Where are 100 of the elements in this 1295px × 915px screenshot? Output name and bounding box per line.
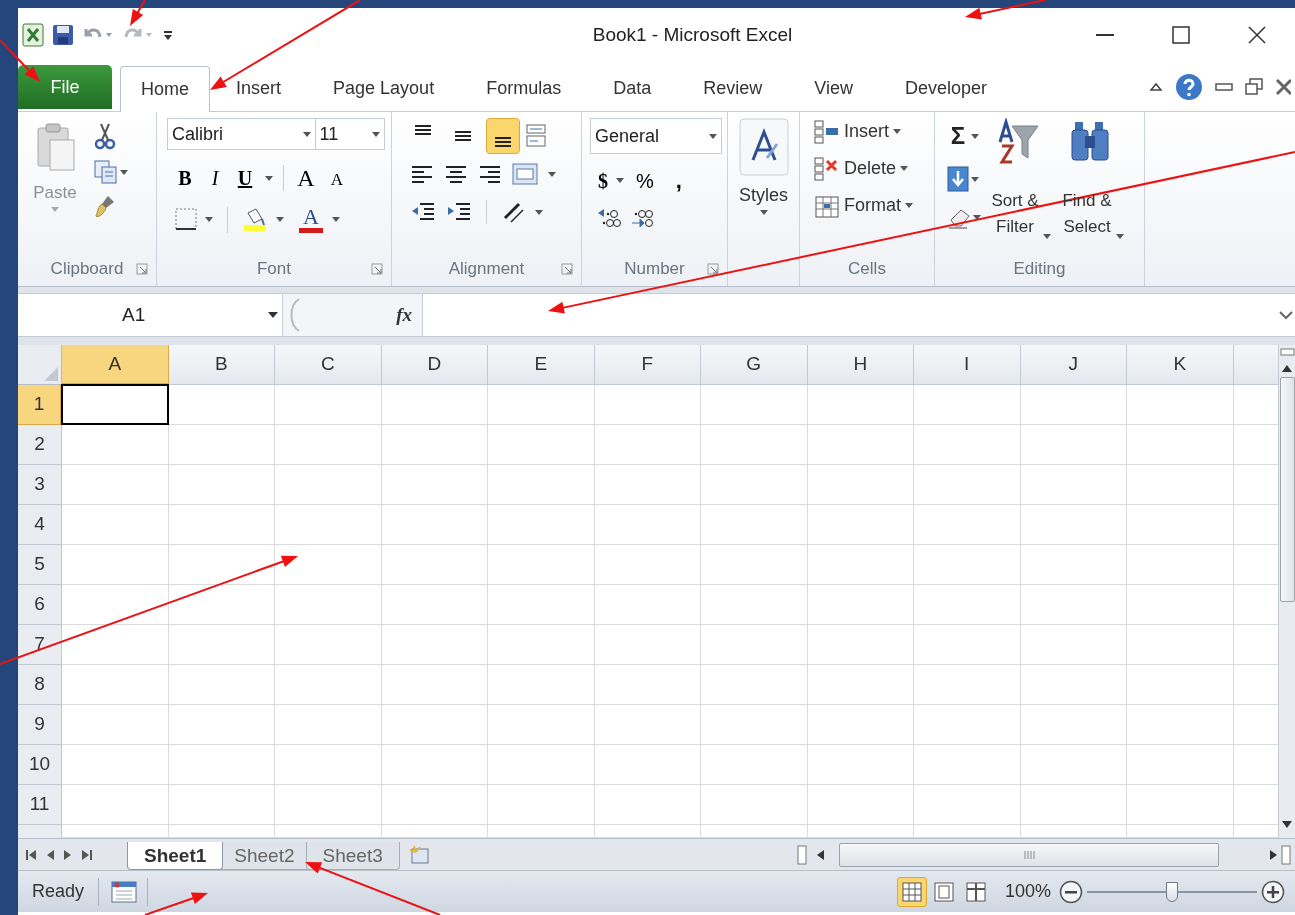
grid-cell[interactable] <box>1020 465 1127 505</box>
save-icon[interactable] <box>52 24 74 46</box>
last-sheet-icon[interactable] <box>82 848 92 861</box>
grid-cell[interactable] <box>914 705 1021 745</box>
align-icon[interactable] <box>478 163 502 185</box>
grid-cell[interactable] <box>701 465 808 505</box>
sheet-tab[interactable]: Sheet3 <box>305 842 400 870</box>
grid-cell[interactable] <box>62 465 169 505</box>
grid-cell[interactable] <box>168 705 275 745</box>
grid-cell[interactable] <box>914 425 1021 465</box>
grid-cell[interactable] <box>807 425 914 465</box>
decrease-indent-icon[interactable] <box>410 201 436 223</box>
grid-cell[interactable] <box>1020 745 1127 785</box>
align-icon[interactable] <box>444 163 468 185</box>
grid-cell[interactable] <box>62 425 169 465</box>
zoom-level[interactable]: 100% <box>1004 878 1051 905</box>
grid-cell[interactable] <box>1127 745 1234 785</box>
format-painter-icon[interactable] <box>94 194 116 218</box>
grid-cell[interactable] <box>914 785 1021 825</box>
grid-cell[interactable] <box>275 465 382 505</box>
grid-cell[interactable] <box>807 465 914 505</box>
grid-cell[interactable] <box>62 705 169 745</box>
scroll-right-icon[interactable] <box>1269 848 1279 861</box>
grid-cell[interactable] <box>1127 505 1234 545</box>
vertical-align-button[interactable] <box>486 118 520 154</box>
grid-cell[interactable] <box>807 625 914 665</box>
row-header[interactable]: 10 <box>18 745 62 785</box>
orientation-icon[interactable] <box>501 200 525 224</box>
grid-cell[interactable] <box>168 625 275 665</box>
column-header[interactable]: C <box>275 345 382 385</box>
increase-decimal-icon[interactable] <box>596 207 622 229</box>
grid-cell[interactable] <box>168 505 275 545</box>
cells-button[interactable]: Insert <box>814 118 913 145</box>
grid-cell[interactable] <box>701 425 808 465</box>
wrap-text-icon[interactable] <box>526 124 548 148</box>
grid-cell[interactable] <box>62 745 169 785</box>
ribbon-tab[interactable]: Page Layout <box>313 65 455 111</box>
active-cell[interactable] <box>61 384 169 425</box>
number-format-field[interactable]: General <box>590 118 722 154</box>
sheet-tab[interactable]: Sheet1 <box>127 842 224 870</box>
minimize-icon[interactable] <box>1215 81 1233 92</box>
split-handle-icon[interactable] <box>797 844 807 865</box>
grid-cell[interactable] <box>488 425 595 465</box>
merge-cells-icon[interactable] <box>512 162 538 186</box>
first-sheet-icon[interactable] <box>26 848 36 861</box>
font-name-field[interactable]: Calibri <box>167 118 316 150</box>
scroll-up-icon[interactable] <box>1281 363 1293 373</box>
grid-cell[interactable] <box>594 505 701 545</box>
help-icon[interactable] <box>1175 72 1203 101</box>
row-header[interactable]: 11 <box>18 785 62 825</box>
grid-cell[interactable] <box>275 585 382 625</box>
grid-cell[interactable] <box>1127 625 1234 665</box>
grid-cell[interactable] <box>1127 465 1234 505</box>
next-sheet-icon[interactable] <box>64 848 72 861</box>
zoom-slider[interactable] <box>1087 879 1257 904</box>
grid-cell[interactable] <box>275 665 382 705</box>
expand-formula-bar-icon[interactable] <box>1279 310 1293 320</box>
decrease-decimal-icon[interactable] <box>630 207 656 229</box>
dialog-launcher-icon[interactable] <box>561 263 573 275</box>
grid-cell[interactable] <box>594 705 701 745</box>
grid-cell[interactable] <box>1127 785 1234 825</box>
row-header[interactable]: 6 <box>18 585 62 625</box>
grid-cell[interactable] <box>807 385 914 425</box>
grid-cell[interactable] <box>488 665 595 705</box>
styles-button[interactable]: Styles <box>734 118 793 252</box>
grid-cell[interactable] <box>381 745 488 785</box>
grid-cell[interactable] <box>914 625 1021 665</box>
grid-cell[interactable] <box>62 545 169 585</box>
row-header[interactable]: 8 <box>18 665 62 705</box>
font-color-button[interactable]: A <box>298 206 324 233</box>
grid-cell[interactable] <box>807 785 914 825</box>
increase-indent-icon[interactable] <box>446 201 472 223</box>
grid-cell[interactable] <box>275 425 382 465</box>
grid-cell[interactable] <box>168 465 275 505</box>
ribbon-tab[interactable]: Home <box>120 66 210 112</box>
grid-cell[interactable] <box>701 705 808 745</box>
zoom-out-icon[interactable] <box>1059 879 1083 904</box>
vertical-scrollbar[interactable] <box>1278 345 1295 838</box>
ribbon-tab[interactable]: Data <box>593 65 672 111</box>
grid-cell[interactable] <box>1020 785 1127 825</box>
grid-cell[interactable] <box>381 785 488 825</box>
scroll-left-icon[interactable] <box>815 848 825 861</box>
grid-cell[interactable] <box>807 705 914 745</box>
shrink-font-button[interactable]: A <box>328 167 346 193</box>
row-header[interactable] <box>18 825 62 838</box>
grid-cell[interactable] <box>701 745 808 785</box>
scrollbar-thumb[interactable] <box>1279 377 1295 602</box>
grid-cell[interactable] <box>168 385 275 425</box>
grid-cell[interactable] <box>488 745 595 785</box>
percent-button[interactable]: % <box>636 165 654 196</box>
grid-cell[interactable] <box>594 745 701 785</box>
horizontal-scrollbar-thumb[interactable] <box>839 842 1219 867</box>
grid-cell[interactable] <box>701 785 808 825</box>
grid-cell[interactable] <box>1020 665 1127 705</box>
grid-cell[interactable] <box>381 425 488 465</box>
row-header[interactable]: 3 <box>18 465 62 505</box>
grid-cell[interactable] <box>594 385 701 425</box>
split-handle-icon[interactable] <box>1279 347 1295 357</box>
grid-cell[interactable] <box>1020 385 1127 425</box>
grid-cell[interactable] <box>62 665 169 705</box>
